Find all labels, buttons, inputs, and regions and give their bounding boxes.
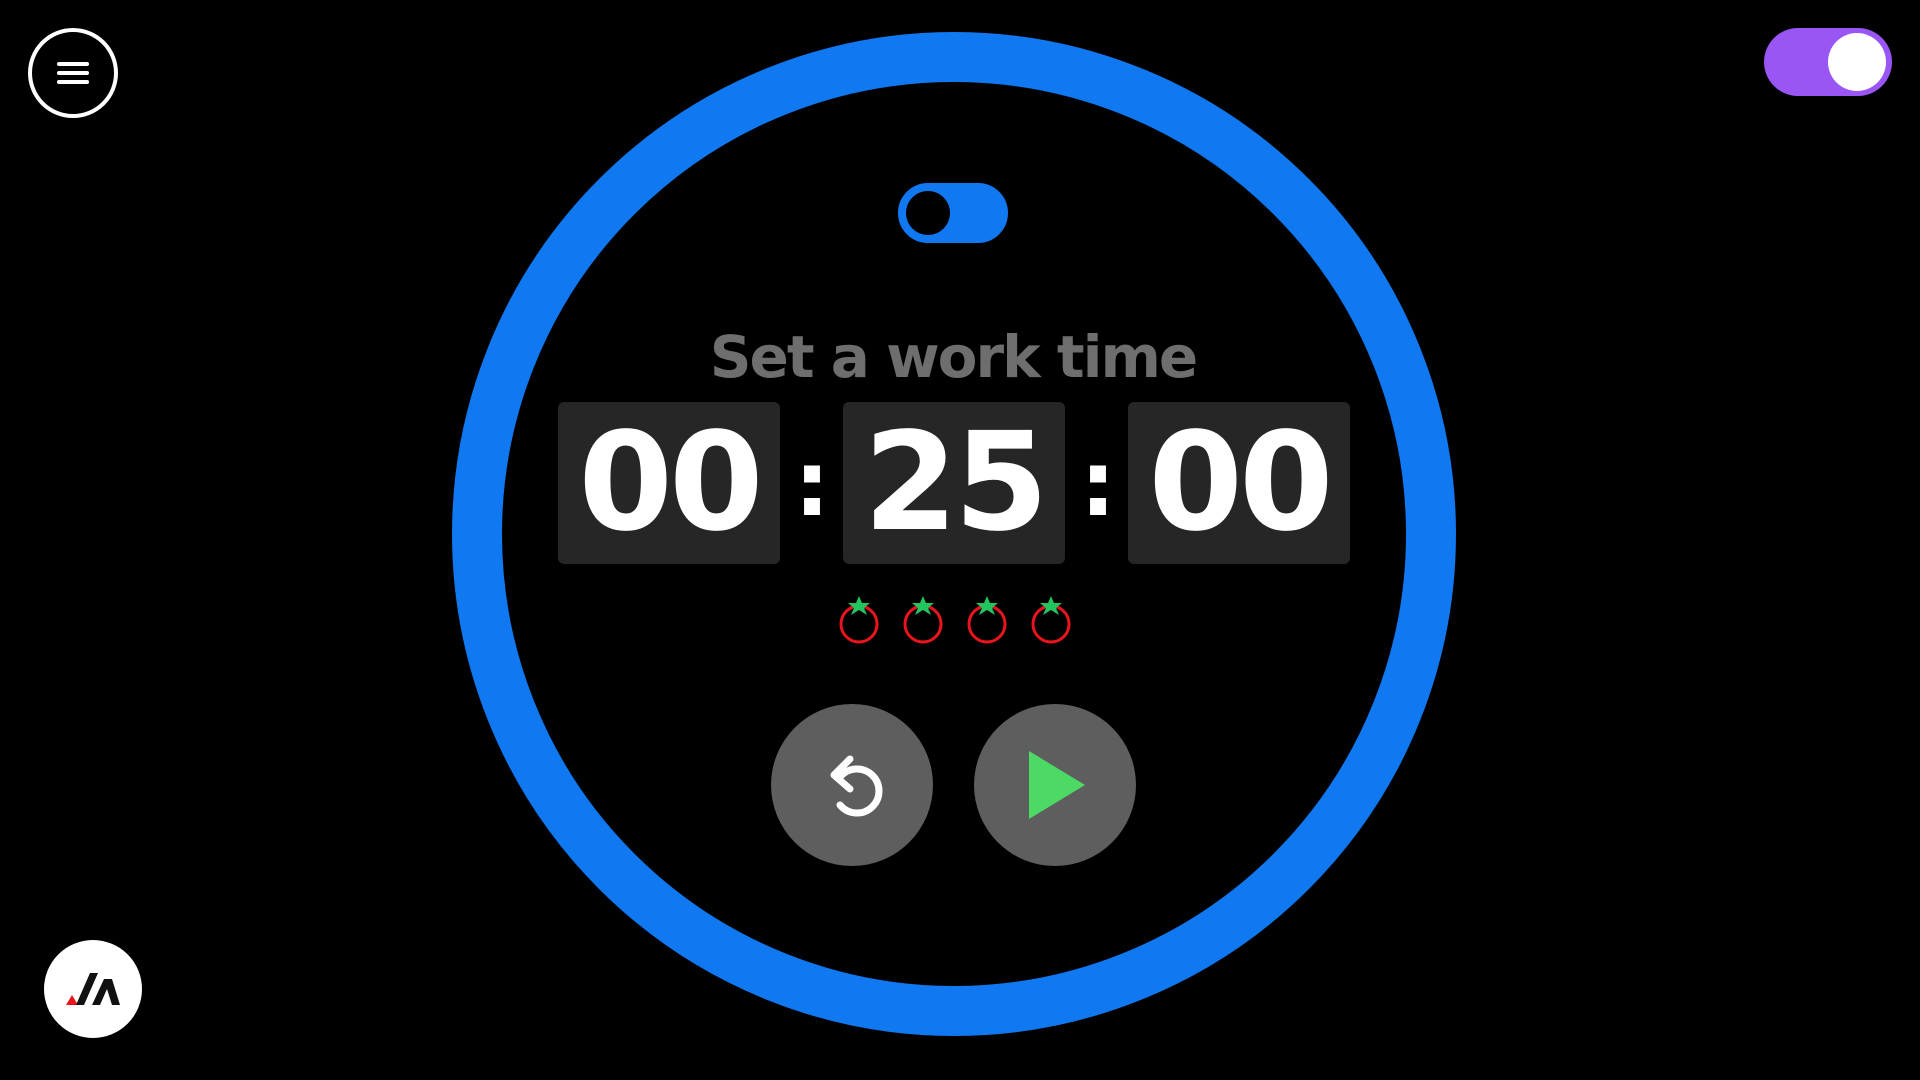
time-separator: :: [794, 432, 830, 537]
brand-logo[interactable]: [44, 940, 142, 1038]
tomato-icon: [967, 596, 1007, 644]
theme-toggle-knob: [1828, 33, 1886, 91]
hours-display[interactable]: 00: [558, 402, 780, 564]
pomodoro-timer-screen: Set a work time 00 : 25 : 00: [0, 0, 1920, 1080]
status-title: Set a work time: [709, 323, 1199, 391]
menu-button[interactable]: [28, 28, 118, 118]
tomato-icon: [903, 596, 943, 644]
tomato-icon: [839, 596, 879, 644]
play-button[interactable]: [974, 704, 1136, 866]
brand-logo-icon: [66, 973, 120, 1005]
mode-toggle-knob: [906, 191, 950, 235]
minutes-display[interactable]: 25: [843, 402, 1065, 564]
session-indicators: [836, 590, 1076, 646]
reset-button[interactable]: [771, 704, 933, 866]
theme-toggle[interactable]: [1764, 28, 1892, 96]
hamburger-menu-icon: [57, 62, 89, 84]
tomato-icon: [1031, 596, 1071, 644]
reset-icon: [830, 755, 883, 817]
seconds-display[interactable]: 00: [1128, 402, 1350, 564]
time-separator: :: [1080, 432, 1116, 537]
mode-toggle[interactable]: [898, 183, 1008, 243]
play-icon: [1029, 751, 1085, 819]
